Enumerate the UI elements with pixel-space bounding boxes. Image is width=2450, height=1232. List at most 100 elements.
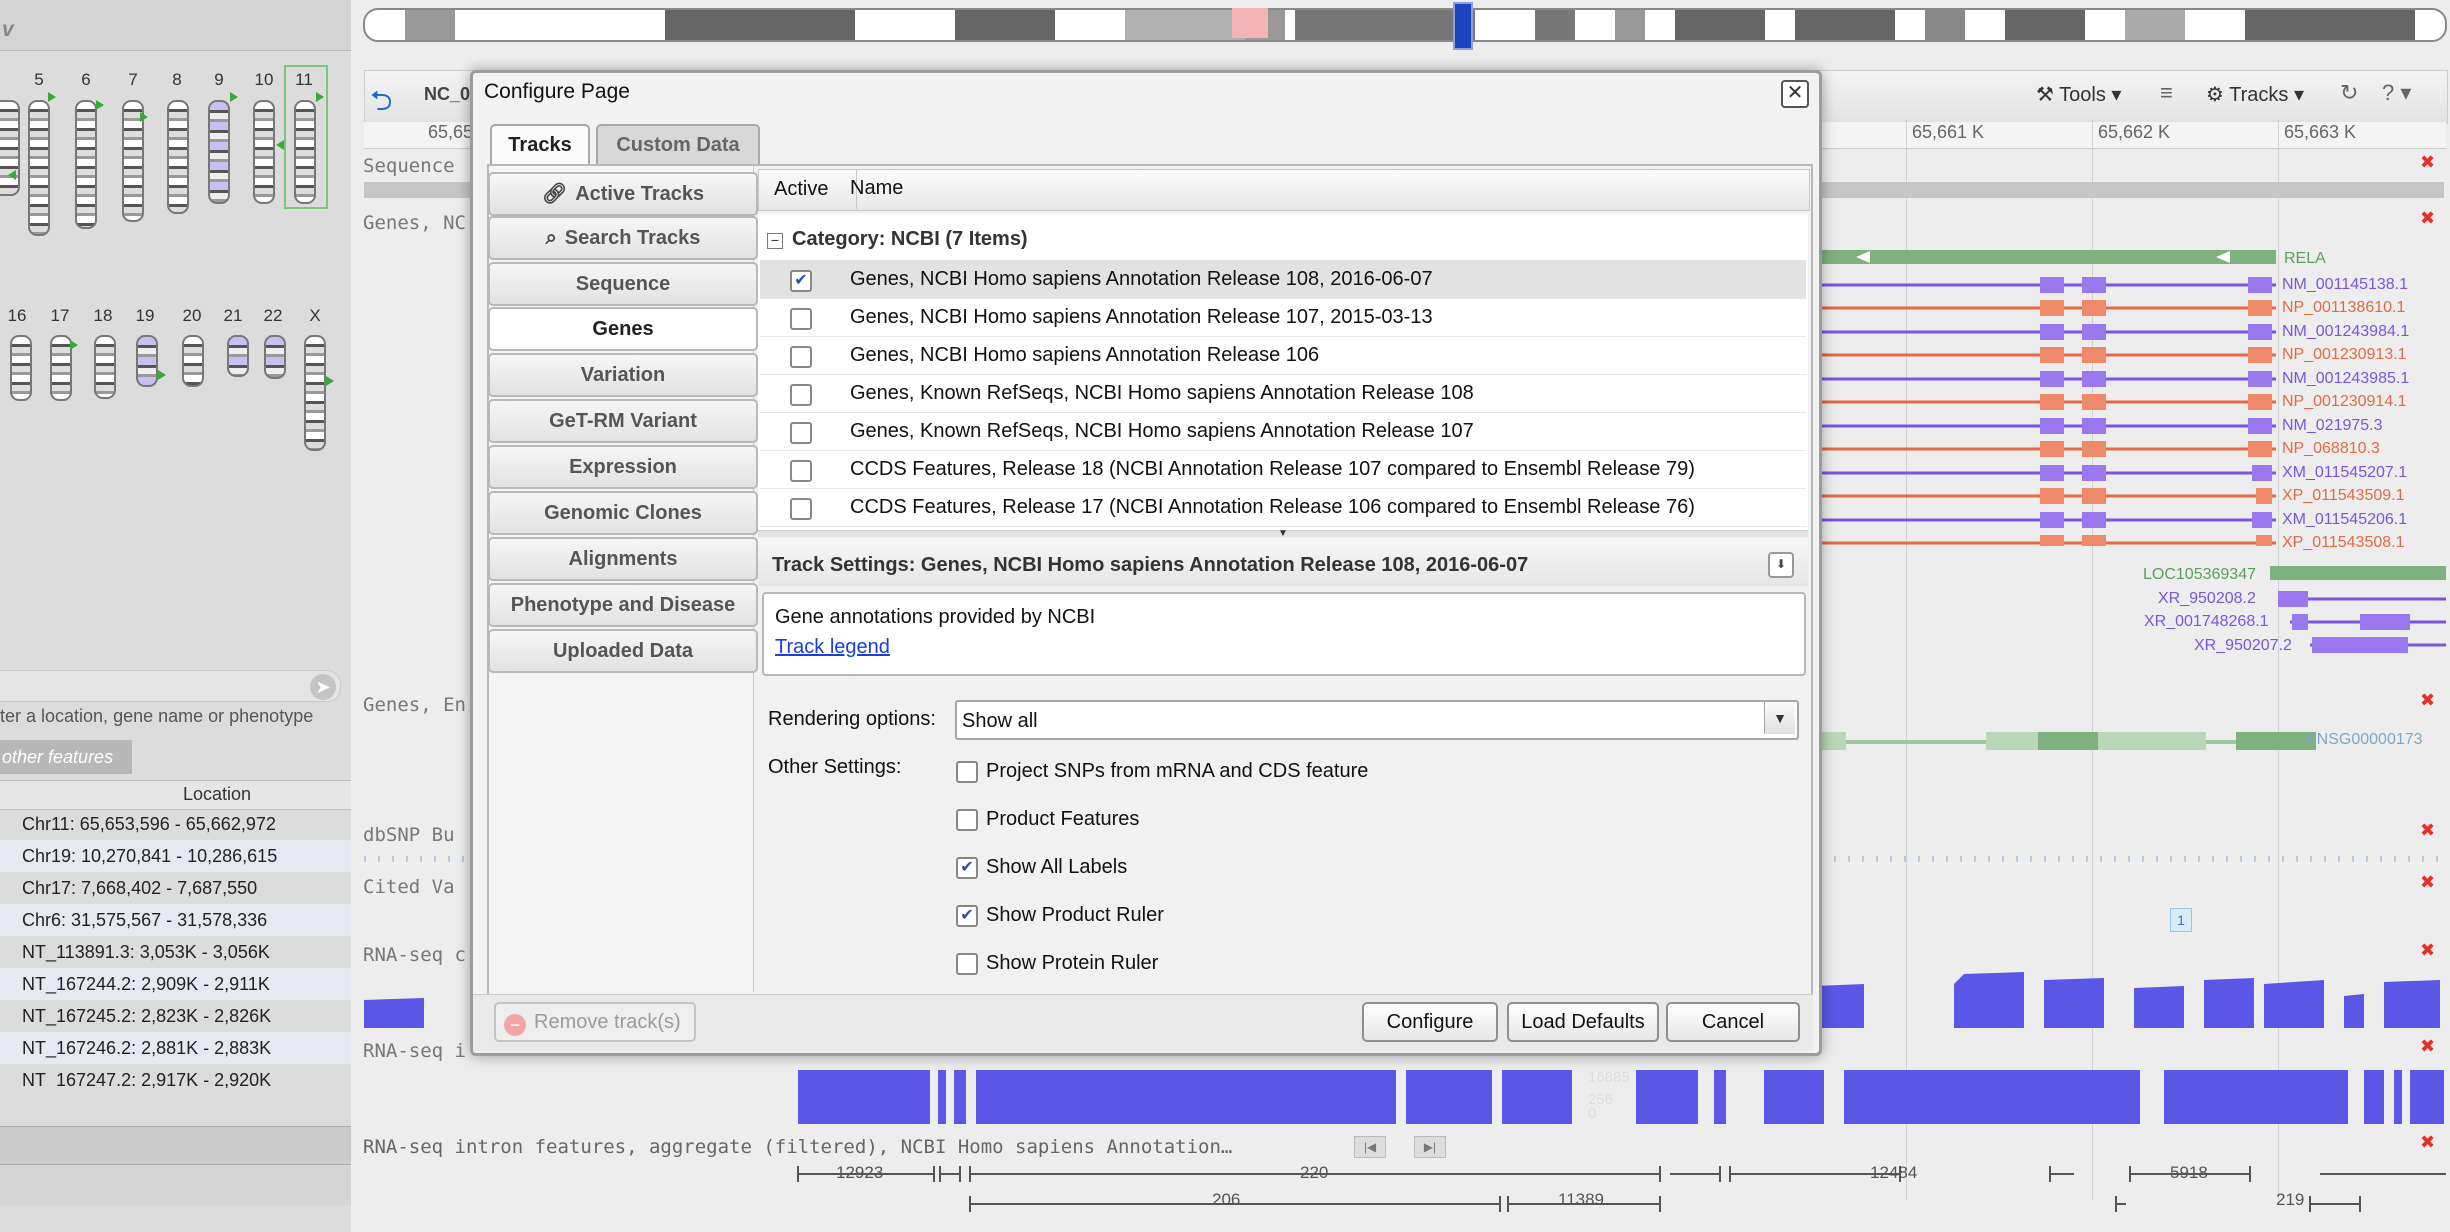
- tab-tracks[interactable]: Tracks: [490, 124, 590, 164]
- protein-label[interactable]: NP_068810.3: [2282, 440, 2380, 458]
- nav-sequence[interactable]: Sequence: [488, 262, 758, 306]
- tab-custom-data[interactable]: Custom Data: [596, 124, 760, 164]
- option-checkbox[interactable]: ✔: [956, 905, 978, 927]
- chromosome-5[interactable]: [28, 100, 50, 236]
- close-track-icon[interactable]: ✖: [2420, 152, 2435, 173]
- gene-label[interactable]: LOC105369347: [2143, 566, 2256, 584]
- close-track-icon[interactable]: ✖: [2420, 1036, 2435, 1057]
- chromosome-9[interactable]: [208, 100, 230, 204]
- protein-label[interactable]: XP_011543509.1: [2282, 487, 2404, 505]
- location-column-header[interactable]: Location: [0, 780, 351, 810]
- track-active-checkbox[interactable]: [790, 346, 812, 368]
- chromosome-x[interactable]: [304, 335, 326, 451]
- gene-label[interactable]: RELA: [2284, 250, 2326, 268]
- option-checkbox[interactable]: [956, 809, 978, 831]
- tracks-menu-button[interactable]: ⚙ Tracks ▾: [2206, 82, 2304, 107]
- location-row[interactable]: NT_167246.2: 2,881K - 2,883K: [0, 1032, 351, 1064]
- nav-phenotype-disease[interactable]: Phenotype and Disease: [488, 583, 758, 627]
- transcript-label[interactable]: XR_950208.2: [2158, 590, 2256, 608]
- location-row[interactable]: NT_167245.2: 2,823K - 2,826K: [0, 1000, 351, 1032]
- track-legend-link[interactable]: Track legend: [775, 636, 890, 659]
- nav-search-tracks[interactable]: ⌕ Search Tracks: [488, 216, 758, 260]
- collapse-settings-icon[interactable]: ⬇: [1768, 552, 1794, 578]
- location-row[interactable]: NT_167244.2: 2,909K - 2,911K: [0, 968, 351, 1000]
- protein-label[interactable]: NP_001230914.1: [2282, 393, 2407, 411]
- tools-menu-button[interactable]: ⚒ Tools ▾: [2036, 82, 2121, 107]
- nav-genes[interactable]: Genes: [488, 307, 758, 351]
- option-checkbox[interactable]: ✔: [956, 857, 978, 879]
- track-active-checkbox[interactable]: [790, 498, 812, 520]
- nav-getrm-variant[interactable]: GeT-RM Variant: [488, 399, 758, 443]
- cited-variant-badge[interactable]: 1: [2170, 908, 2192, 932]
- ideogram-position-marker[interactable]: [1453, 2, 1473, 50]
- track-active-checkbox[interactable]: [790, 308, 812, 330]
- transcript-label[interactable]: XR_001748268.1: [2144, 613, 2269, 631]
- nav-uploaded-data[interactable]: Uploaded Data: [488, 629, 758, 673]
- column-header-name[interactable]: Name: [850, 177, 903, 200]
- cancel-button[interactable]: Cancel: [1666, 1002, 1800, 1042]
- track-active-checkbox[interactable]: ✔: [790, 270, 812, 292]
- track-active-checkbox[interactable]: [790, 384, 812, 406]
- search-go-icon[interactable]: ➤: [310, 674, 336, 700]
- chromosome-16[interactable]: [10, 335, 32, 401]
- transcript-label[interactable]: XM_011545206.1: [2282, 511, 2407, 529]
- rendering-options-select[interactable]: [955, 700, 1799, 740]
- transcript-label[interactable]: NM_001145138.1: [2282, 276, 2408, 294]
- chromosome-20[interactable]: [182, 335, 204, 387]
- location-row[interactable]: NT_113891.3: 3,053K - 3,056K: [0, 936, 351, 968]
- tab-other-features[interactable]: other features: [0, 740, 132, 774]
- transcript-label[interactable]: XM_011545207.1: [2282, 464, 2407, 482]
- nav-variation[interactable]: Variation: [488, 353, 758, 397]
- help-icon[interactable]: ? ▾: [2382, 80, 2411, 106]
- track-active-checkbox[interactable]: [790, 460, 812, 482]
- option-checkbox[interactable]: [956, 953, 978, 975]
- location-row[interactable]: NT_167247.2: 2,917K - 2,920K: [0, 1064, 351, 1088]
- nav-expression[interactable]: Expression: [488, 445, 758, 489]
- location-search-input[interactable]: [0, 670, 341, 702]
- refresh-icon[interactable]: ↻: [2340, 80, 2358, 106]
- gene-label[interactable]: ENSG00000173: [2306, 731, 2423, 749]
- nav-genomic-clones[interactable]: Genomic Clones: [488, 491, 758, 535]
- track-active-checkbox[interactable]: [790, 422, 812, 444]
- protein-label[interactable]: NP_001230913.1: [2282, 346, 2407, 364]
- back-icon[interactable]: ⮌: [370, 80, 392, 128]
- chromosome-6[interactable]: [75, 100, 97, 229]
- close-icon[interactable]: ✕: [1781, 80, 1809, 108]
- remove-tracks-button[interactable]: − Remove track(s): [494, 1002, 696, 1042]
- nav-active-tracks[interactable]: 🔗︎ Active Tracks: [488, 172, 758, 216]
- chromosome-ideogram[interactable]: [363, 8, 2447, 42]
- chromosome-18[interactable]: [94, 335, 116, 399]
- category-header[interactable]: Category: NCBI (7 Items): [792, 228, 1028, 251]
- close-track-icon[interactable]: ✖: [2420, 940, 2435, 961]
- chromosome-19[interactable]: [136, 335, 158, 387]
- transcript-label[interactable]: NM_001243984.1: [2282, 323, 2409, 341]
- chromosome-4[interactable]: [0, 100, 20, 196]
- chromosome-10[interactable]: [253, 100, 275, 204]
- transcript-label[interactable]: XR_950207.2: [2194, 637, 2292, 655]
- nav-alignments[interactable]: Alignments: [488, 537, 758, 581]
- collapse-category-icon[interactable]: −: [767, 233, 783, 249]
- chromosome-22[interactable]: [264, 335, 286, 379]
- transcript-label[interactable]: NM_001243985.1: [2282, 370, 2409, 388]
- load-defaults-button[interactable]: Load Defaults: [1507, 1002, 1659, 1042]
- chromosome-17[interactable]: [50, 335, 72, 401]
- location-row[interactable]: Chr19: 10,270,841 - 10,286,615: [0, 840, 351, 872]
- close-track-icon[interactable]: ✖: [2420, 872, 2435, 893]
- configure-button[interactable]: Configure: [1362, 1002, 1498, 1042]
- column-header-active[interactable]: Active: [758, 169, 857, 209]
- next-page-icon[interactable]: ▶|: [1414, 1136, 1446, 1158]
- chromosome-21[interactable]: [227, 335, 249, 377]
- protein-label[interactable]: NP_001138610.1: [2282, 299, 2405, 317]
- close-track-icon[interactable]: ✖: [2420, 820, 2435, 841]
- protein-label[interactable]: XP_011543508.1: [2282, 534, 2404, 552]
- option-checkbox[interactable]: [956, 761, 978, 783]
- chevron-down-icon[interactable]: ▼: [1764, 702, 1795, 734]
- location-row[interactable]: Chr11: 65,653,596 - 65,662,972: [0, 808, 351, 840]
- chromosome-8[interactable]: [167, 100, 189, 214]
- chromosome-11[interactable]: [294, 100, 316, 204]
- close-track-icon[interactable]: ✖: [2420, 690, 2435, 711]
- location-row[interactable]: Chr6: 31,575,567 - 31,578,336: [0, 904, 351, 936]
- close-track-icon[interactable]: ✖: [2420, 1132, 2435, 1153]
- transcript-label[interactable]: NM_021975.3: [2282, 417, 2383, 435]
- close-track-icon[interactable]: ✖: [2420, 208, 2435, 229]
